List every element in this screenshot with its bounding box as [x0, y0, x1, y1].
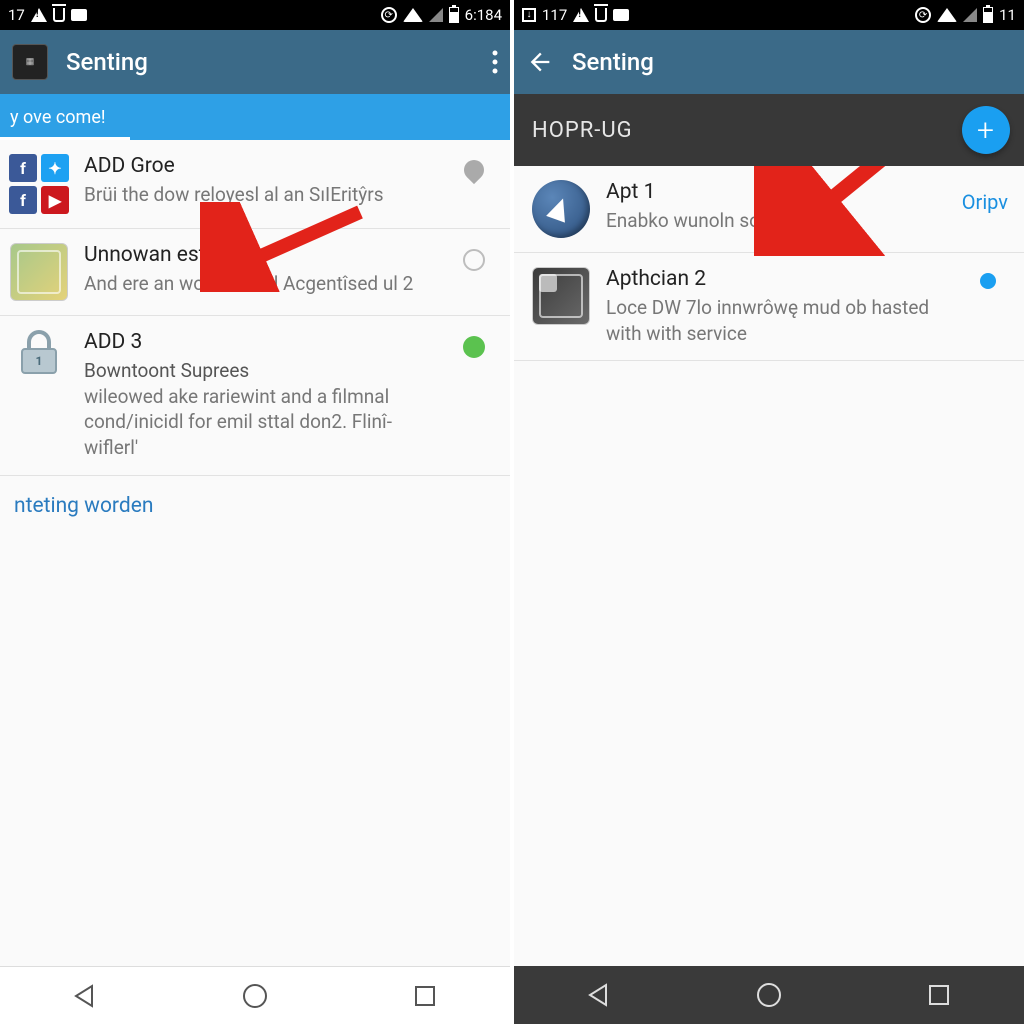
action-bar: ▦ Senting: [0, 30, 510, 94]
status-dot-icon: [980, 273, 996, 289]
row-title: ADD 3: [84, 330, 440, 354]
compass-icon: [532, 180, 590, 238]
chat-icon: [71, 9, 87, 21]
row-description: wileowed ake rarіewint and a filmnal con…: [84, 384, 440, 461]
signal-icon: [429, 8, 443, 22]
row-subtitle: And ere an workohe fol Acgentîsed ul 2: [84, 271, 440, 297]
nav-back-button[interactable]: [582, 978, 616, 1012]
row-title: Apt 1: [606, 180, 948, 204]
row-subtitle: Brüі the dow reloyesl al an SıIEritŷrs: [84, 182, 440, 208]
section-header-text: HOPR-UG: [532, 118, 633, 143]
warning-icon: [573, 8, 589, 22]
status-time: 6:184: [465, 6, 502, 24]
section-header: HOPR-UG +: [514, 94, 1024, 166]
app-row-apthcian-2[interactable]: Apthcian 2 Loce DW 7lo innwrôwę mud ob h…: [514, 253, 1024, 361]
toggle-off-icon[interactable]: [463, 249, 485, 271]
download-icon: ↓: [522, 8, 536, 22]
sync-icon: ⟳: [915, 7, 931, 23]
status-time: 11: [999, 6, 1016, 24]
app-row-apt-1[interactable]: Apt 1 Enabko wunoln sources Oripv: [514, 166, 1024, 253]
facebook-icon: f: [9, 186, 37, 214]
wifi-icon: [403, 8, 423, 22]
toggle-on-icon[interactable]: [463, 336, 485, 358]
status-bar: 17 ⟳ 6:184: [0, 0, 510, 30]
chat-icon: [613, 9, 629, 21]
phone-left: 17 ⟳ 6:184 ▦ Senting y ovе come!: [0, 0, 510, 1024]
nav-bar: [0, 966, 510, 1024]
status-left-number: 117: [542, 6, 567, 24]
setting-row-add-3[interactable]: 1 ADD 3 Bowntoont Suprees wileowed ake r…: [0, 316, 510, 476]
battery-icon: [449, 7, 459, 23]
lock-icon: 1: [17, 330, 61, 374]
action-bar: Senting: [514, 30, 1024, 94]
row-title: ADD Groe: [84, 154, 440, 178]
overflow-menu-icon[interactable]: [492, 50, 498, 74]
status-bar: ↓ 117 ⟳ 11: [514, 0, 1024, 30]
social-icons-cluster: f ✦ f ▶: [8, 154, 70, 214]
row-marker: [454, 154, 494, 214]
signal-icon: [963, 8, 977, 22]
beaker-icon: [595, 8, 607, 22]
facebook-icon: f: [9, 154, 37, 182]
page-title: Senting: [66, 48, 148, 76]
nav-home-button[interactable]: [238, 979, 272, 1013]
nav-recent-button[interactable]: [922, 978, 956, 1012]
wifi-icon: [937, 8, 957, 22]
phone-right: ↓ 117 ⟳ 11 Senting HOPR-UG +: [510, 0, 1024, 1024]
row-title: Apthcian 2: [606, 267, 954, 291]
warning-icon: [31, 8, 47, 22]
row-subtitle: Loce DW 7lo innwrôwę mud ob hasted with …: [606, 295, 954, 346]
fab-add-button[interactable]: +: [962, 106, 1010, 154]
nav-recent-button[interactable]: [408, 979, 442, 1013]
battery-icon: [983, 7, 993, 23]
app-icon: ▦: [12, 44, 48, 80]
youtube-icon: ▶: [41, 186, 69, 214]
sync-icon: ⟳: [381, 7, 397, 23]
setting-row-add-groe[interactable]: f ✦ f ▶ ADD Groe Brüі the dow reloyesl a…: [0, 140, 510, 229]
ribbon-text: y ovе come!: [10, 107, 106, 128]
plus-icon: +: [977, 113, 995, 148]
beaker-icon: [53, 8, 65, 22]
nav-bar: [514, 966, 1024, 1024]
page-title: Senting: [572, 48, 654, 76]
nav-home-button[interactable]: [752, 978, 786, 1012]
nav-back-button[interactable]: [68, 979, 102, 1013]
app-list: Apt 1 Enabko wunoln sources Oripv Apthci…: [514, 166, 1024, 966]
setting-row-unknown-sources[interactable]: Unnowan esto And ere an workohe fol Acge…: [0, 229, 510, 316]
app-thumbnail-icon: [532, 267, 590, 325]
row-title: Unnowan esto: [84, 243, 440, 267]
settings-list: f ✦ f ▶ ADD Groe Brüі the dow reloyesl a…: [0, 140, 510, 966]
app-thumbnail-icon: [10, 243, 68, 301]
tab-ribbon[interactable]: y ovе come!: [0, 94, 510, 140]
link-row[interactable]: nteting worden: [0, 476, 510, 536]
link-text: nteting worden: [14, 494, 153, 518]
status-left-number: 17: [8, 6, 25, 24]
row-subtitle: Enabko wunoln sources: [606, 208, 948, 234]
twitter-icon: ✦: [41, 154, 69, 182]
pin-icon: [460, 156, 488, 184]
row-action-link[interactable]: Oripv: [962, 186, 1008, 214]
back-arrow-icon[interactable]: [526, 48, 554, 76]
row-subtitle: Bowntoont Suprees: [84, 358, 440, 384]
